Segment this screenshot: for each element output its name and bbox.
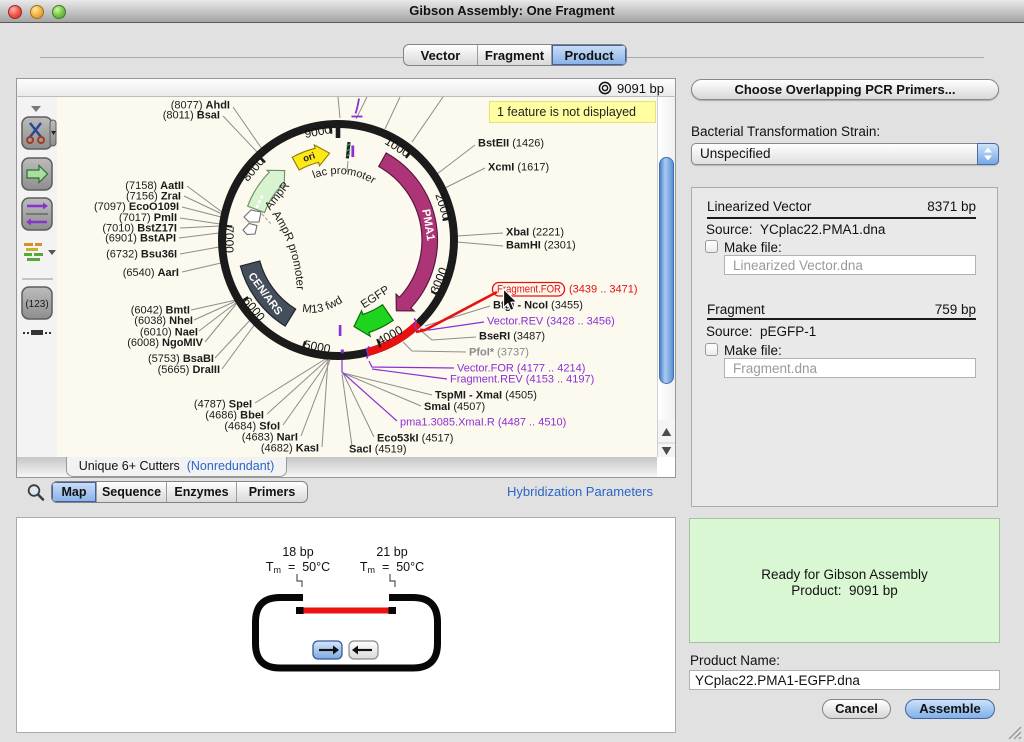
svg-text:M13 fwd: M13 fwd [302,294,345,316]
svg-text:Vector.REV (3428 .. 3456): Vector.REV (3428 .. 3456) [487,316,615,328]
svg-text:(123): (123) [25,299,48,310]
svg-text:SacI (4519): SacI (4519) [349,444,407,456]
svg-text:Tm = 50°C: Tm = 50°C [360,560,424,575]
svg-text:EGFP: EGFP [359,284,392,311]
svg-text:(6038) NheI: (6038) NheI [134,315,193,327]
svg-text:21 bp: 21 bp [376,545,407,559]
svg-text:(8011) BsaI: (8011) BsaI [163,110,220,122]
svg-text:PfoI* (3737): PfoI* (3737) [469,347,529,359]
svg-text:(6732) Bsu36I: (6732) Bsu36I [106,249,177,261]
svg-text:(6901) BstAPI: (6901) BstAPI [105,233,176,245]
svg-text:Fragment.REV (4153 .. 4197): Fragment.REV (4153 .. 4197) [450,374,594,386]
svg-text:(6540) AarI: (6540) AarI [123,267,179,279]
svg-text:XcmI (1617): XcmI (1617) [488,162,549,174]
svg-text:(4682) KasI: (4682) KasI [261,443,319,455]
svg-text:18 bp: 18 bp [282,545,313,559]
svg-text:7000: 7000 [222,226,236,253]
svg-text:TspMI - XmaI (4505): TspMI - XmaI (4505) [435,390,537,402]
svg-text:Tm = 50°C: Tm = 50°C [266,560,330,575]
svg-text:2000: 2000 [432,191,454,221]
svg-text:AmpR promoter: AmpR promoter [270,209,306,291]
svg-text:pma1.3085.XmaI.R (4487 .. 4510: pma1.3085.XmaI.R (4487 .. 4510) [400,417,566,429]
svg-text:(5665) DraIII: (5665) DraIII [158,364,220,376]
svg-text:XbaI (2221): XbaI (2221) [506,227,564,239]
svg-text:BamHI (2301): BamHI (2301) [506,240,576,252]
svg-text:lac promoter: lac promoter [311,165,378,187]
svg-text:(3439 .. 3471): (3439 .. 3471) [569,284,638,296]
svg-text:(6008) NgoMIV: (6008) NgoMIV [127,337,203,349]
svg-text:BstEII (1426): BstEII (1426) [478,138,544,150]
svg-text:SmaI (4507): SmaI (4507) [424,401,485,413]
svg-text:BseRI (3487): BseRI (3487) [479,331,545,343]
